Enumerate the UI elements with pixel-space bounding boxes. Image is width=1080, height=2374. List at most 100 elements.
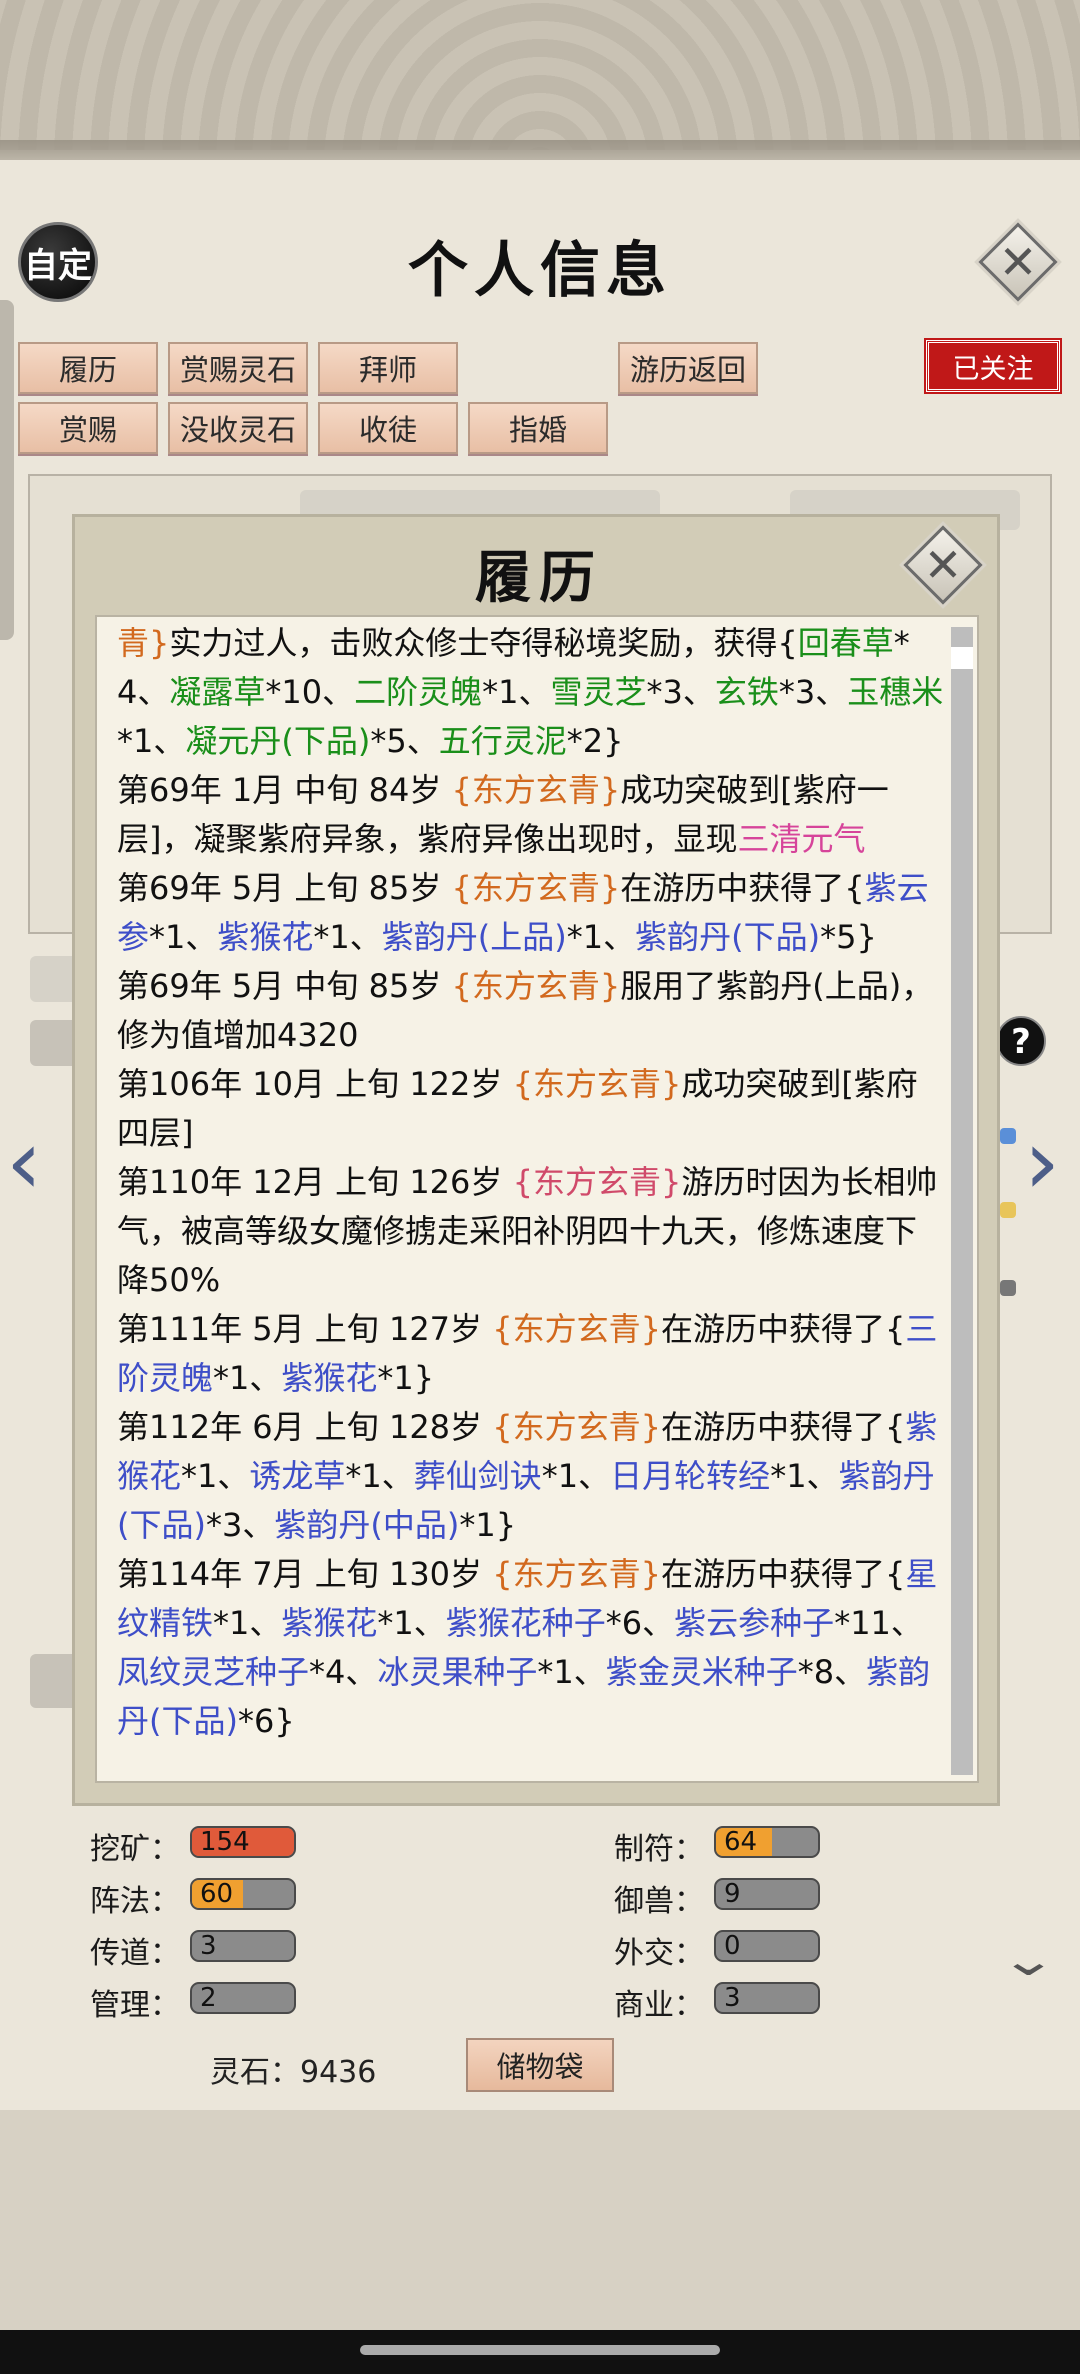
- item-name: 紫韵丹(中品): [274, 1506, 460, 1544]
- entry-text: *4、: [309, 1653, 378, 1691]
- entry-text: *1、: [213, 1604, 282, 1642]
- attribute-value: 3: [200, 1931, 217, 1961]
- spirit-stone-count: 灵石：9436: [210, 2055, 377, 2090]
- item-name: 雪灵芝: [550, 673, 647, 711]
- attribute-bar: 154: [190, 1826, 296, 1858]
- tab-apprentice[interactable]: 拜师: [318, 342, 458, 394]
- item-name: 玄铁: [714, 673, 779, 711]
- storage-bag-button[interactable]: 储物袋: [466, 2038, 614, 2092]
- help-icon[interactable]: ?: [996, 1016, 1046, 1066]
- character-name: {东方玄青}: [492, 1310, 661, 1348]
- attribute-bar: 9: [714, 1878, 820, 1910]
- attribute-value: 9: [724, 1879, 741, 1909]
- entry-text: *3、: [646, 673, 715, 711]
- attribute-value: 2: [200, 1983, 217, 2013]
- tab-travel-return[interactable]: 游历返回: [618, 342, 758, 394]
- chevron-left-icon[interactable]: ‹: [6, 1118, 42, 1208]
- close-button[interactable]: ✕: [978, 222, 1058, 302]
- custom-button[interactable]: 自定: [18, 222, 98, 302]
- tab-arrange-marriage[interactable]: 指婚: [468, 402, 608, 454]
- attribute-value: 3: [724, 1983, 741, 2013]
- entry-text: *3、: [778, 673, 848, 711]
- tab-history[interactable]: 履历: [18, 342, 158, 394]
- tab-reward[interactable]: 赏赐: [18, 402, 158, 454]
- attribute-label: 制符：: [614, 1832, 704, 1867]
- chevron-down-icon[interactable]: ⌄: [999, 1935, 1058, 1986]
- attribute-bar: 3: [190, 1930, 296, 1962]
- entry-text: 第111年 5月 上旬 127岁: [117, 1310, 493, 1348]
- entry-text: *2}: [566, 722, 624, 760]
- history-entry: 第114年 7月 上旬 130岁 {东方玄青}在游历中获得了{星纹精铁*1、紫猴…: [117, 1550, 947, 1746]
- modal-close-button[interactable]: ✕: [903, 525, 983, 605]
- entry-text: *1、: [313, 918, 382, 956]
- attribute-value: 154: [200, 1827, 250, 1857]
- item-name: 紫金灵米种子: [605, 1653, 798, 1691]
- attribute-value: 64: [724, 1827, 758, 1857]
- entry-text: 在游历中获得了{: [660, 1555, 906, 1593]
- backdrop-side-tab: [0, 300, 14, 640]
- entry-text: *8、: [797, 1653, 867, 1691]
- scrollbar[interactable]: [951, 627, 973, 1775]
- item-name: 二阶灵魄: [354, 673, 483, 711]
- chevron-right-icon[interactable]: ›: [1024, 1118, 1060, 1208]
- item-name: 五行灵泥: [438, 722, 567, 760]
- item-name: 玉穗米: [847, 673, 944, 711]
- entry-text: 第110年 12月 上旬 126岁: [117, 1163, 513, 1201]
- item-name: 日月轮转经: [610, 1457, 771, 1495]
- history-log[interactable]: 青}实力过人，击败众修士夺得秘境奖励，获得{回春草*4、凝露草*10、二阶灵魄*…: [95, 615, 979, 1783]
- history-entry: 第111年 5月 上旬 127岁 {东方玄青}在游历中获得了{三阶灵魄*1、紫猴…: [117, 1305, 947, 1403]
- item-name: 诱龙草: [249, 1457, 346, 1495]
- entry-text: *5、: [370, 722, 439, 760]
- character-name: {东方玄青}: [512, 1065, 682, 1103]
- bottom-area: [0, 2110, 1080, 2340]
- entry-text: 在游历中获得了{: [660, 1408, 906, 1446]
- attribute-bar: 2: [190, 1982, 296, 2014]
- entry-text: *1、: [566, 918, 636, 956]
- history-entry: 第69年 1月 中旬 84岁 {东方玄青}成功突破到[紫府一层]，凝聚紫府异象，…: [117, 766, 947, 864]
- status-dot: [1000, 1202, 1016, 1218]
- attribute-label: 传道：: [90, 1936, 180, 1971]
- history-entry: 青}实力过人，击败众修士夺得秘境奖励，获得{回春草*4、凝露草*10、二阶灵魄*…: [117, 619, 947, 766]
- history-entry: 第69年 5月 中旬 85岁 {东方玄青}服用了紫韵丹(上品)，修为值增加432…: [117, 962, 947, 1060]
- character-name: {东方玄青}: [492, 1408, 661, 1446]
- history-log-text: 青}实力过人，击败众修士夺得秘境奖励，获得{回春草*4、凝露草*10、二阶灵魄*…: [117, 619, 947, 1746]
- home-indicator[interactable]: [360, 2345, 720, 2355]
- entry-text: 第69年 5月 中旬 85岁: [117, 967, 452, 1005]
- entry-text: *1、: [213, 1359, 282, 1397]
- history-entry: 第106年 10月 上旬 122岁 {东方玄青}成功突破到[紫府四层]: [117, 1060, 947, 1158]
- tab-reward-stones[interactable]: 赏赐灵石: [168, 342, 308, 394]
- item-name: 冰灵果种子: [377, 1653, 538, 1691]
- item-name: 紫猴花种子: [445, 1604, 606, 1642]
- item-name: 葬仙剑诀: [413, 1457, 542, 1495]
- attribute-value: 60: [200, 1879, 234, 1909]
- item-name: 紫云参种子: [674, 1604, 835, 1642]
- character-name: {东方玄青}: [492, 1555, 661, 1593]
- item-name: 回春草: [797, 624, 894, 662]
- entry-text: *1、: [181, 1457, 250, 1495]
- tab-take-disciple[interactable]: 收徒: [318, 402, 458, 454]
- attribute-label: 管理：: [90, 1988, 180, 2023]
- item-name: 紫韵丹(上品): [381, 918, 567, 956]
- followed-badge[interactable]: 已关注: [924, 338, 1062, 394]
- close-icon: ✕: [923, 538, 963, 592]
- item-name: 凝元丹(下品): [185, 722, 371, 760]
- attribute-bar: 3: [714, 1982, 820, 2014]
- attribute-label: 御兽：: [614, 1884, 704, 1919]
- history-entry: 第110年 12月 上旬 126岁 {东方玄青}游历时因为长相帅气，被高等级女魔…: [117, 1158, 947, 1305]
- entry-text: *10、: [265, 673, 355, 711]
- status-dot: [1000, 1128, 1016, 1144]
- entry-text: *1、: [770, 1457, 839, 1495]
- close-icon: ✕: [998, 235, 1038, 289]
- item-name: 紫猴花: [281, 1359, 378, 1397]
- entry-text: *6、: [605, 1604, 675, 1642]
- entry-text: *1、: [541, 1457, 611, 1495]
- character-name: {东方玄青}: [512, 1163, 682, 1201]
- scrollbar-thumb[interactable]: [951, 647, 973, 669]
- history-entry: 第69年 5月 上旬 85岁 {东方玄青}在游历中获得了{紫云参*1、紫猴花*1…: [117, 864, 947, 962]
- character-name: {东方玄青}: [451, 869, 621, 907]
- history-entry: 第112年 6月 上旬 128岁 {东方玄青}在游历中获得了{紫猴花*1、诱龙草…: [117, 1403, 947, 1550]
- entry-text: *1、: [149, 918, 218, 956]
- entry-text: *1、: [537, 1653, 606, 1691]
- tab-confiscate-stones[interactable]: 没收灵石: [168, 402, 308, 454]
- attribute-bar: 64: [714, 1826, 820, 1858]
